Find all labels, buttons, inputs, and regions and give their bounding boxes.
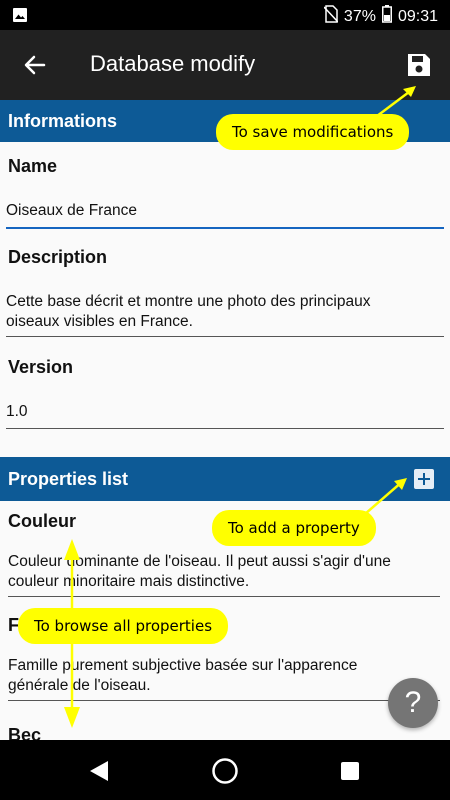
nav-home-icon[interactable] (211, 757, 239, 790)
description-field[interactable]: Cette base décrit et montre une photo de… (0, 292, 450, 332)
battery-level: 37% (343, 7, 376, 25)
property-description: Couleur dominante de l'oiseau. Il peut a… (0, 552, 450, 592)
version-label: Version (8, 357, 74, 377)
add-box-icon[interactable] (414, 469, 434, 489)
property-item[interactable]: Bec (0, 725, 450, 740)
section-title: Informations (8, 111, 118, 131)
page-title: Database modify (90, 51, 256, 76)
battery-icon (381, 5, 392, 28)
section-title: Properties list (8, 469, 129, 489)
property-description: Famille purement subjective basée sur l'… (0, 656, 450, 696)
property-description-line: Couleur dominante de l'oiseau. Il peut a… (8, 553, 391, 570)
description-line: Cette base décrit et montre une photo de… (6, 293, 371, 310)
no-sim-icon (323, 5, 339, 28)
property-description-line: couleur minoritaire mais distinctive. (8, 573, 250, 590)
save-icon[interactable] (406, 52, 432, 78)
property-description-line: Famille purement subjective basée sur l'… (8, 657, 358, 674)
nav-back-icon[interactable] (88, 760, 110, 787)
description-label: Description (8, 247, 108, 267)
back-arrow-icon[interactable] (22, 52, 48, 78)
name-field-underline (6, 227, 444, 229)
property-underline (8, 596, 440, 597)
property-name: Bec (8, 725, 42, 740)
description-field-underline (6, 336, 444, 337)
nav-recents-icon[interactable] (341, 762, 359, 785)
help-icon: ? (404, 686, 422, 719)
name-label: Name (8, 156, 58, 176)
form-content[interactable]: Informations Name Oiseaux de France Desc… (0, 100, 450, 740)
help-button[interactable]: ? (388, 678, 438, 728)
version-field[interactable]: 1.0 (0, 402, 450, 422)
app-bar: Database modify (0, 30, 450, 100)
image-icon (12, 7, 28, 28)
property-description-line: générale de l'oiseau. (8, 677, 151, 694)
browse-properties-tooltip: To browse all properties (18, 608, 229, 644)
save-tooltip: To save modifications (216, 114, 410, 150)
system-nav-bar (0, 740, 450, 800)
status-bar: 37% 09:31 (0, 0, 450, 30)
property-underline (8, 700, 440, 701)
section-header-properties: Properties list (0, 457, 450, 501)
add-property-tooltip: To add a property (212, 510, 376, 546)
description-line: oiseaux visibles en France. (6, 313, 193, 330)
version-field-underline (6, 428, 444, 429)
clock: 09:31 (397, 7, 438, 25)
name-field[interactable]: Oiseaux de France (0, 201, 450, 221)
